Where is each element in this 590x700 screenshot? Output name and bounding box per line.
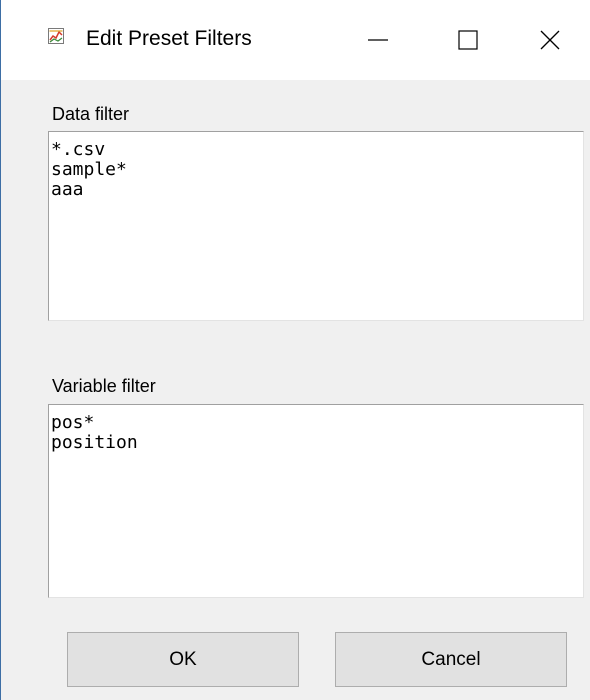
data-filter-textarea[interactable]: *.csv sample* aaa [48, 131, 584, 321]
window-title: Edit Preset Filters [86, 27, 252, 50]
title-bar[interactable]: Edit Preset Filters [1, 0, 590, 80]
close-icon [539, 29, 561, 51]
data-filter-line: *.csv [51, 139, 106, 160]
edit-preset-filters-dialog: Edit Preset Filters Data filter *.csv sa… [0, 0, 590, 700]
ok-button[interactable]: OK [67, 632, 299, 687]
close-button[interactable] [510, 0, 590, 80]
variable-filter-line: position [51, 432, 138, 453]
cancel-button[interactable]: Cancel [335, 632, 567, 687]
maximize-icon [457, 29, 479, 51]
dialog-body: Data filter *.csv sample* aaa Variable f… [1, 80, 590, 700]
minimize-button[interactable] [338, 0, 418, 80]
variable-filter-label: Variable filter [52, 376, 156, 396]
chart-app-icon [48, 28, 64, 44]
data-filter-label: Data filter [52, 104, 130, 124]
variable-filter-textarea[interactable]: pos* position [48, 404, 584, 598]
maximize-button[interactable] [428, 0, 508, 80]
data-filter-line: aaa [51, 179, 84, 200]
data-filter-line: sample* [51, 159, 127, 180]
variable-filter-line: pos* [51, 412, 95, 433]
minimize-icon [367, 29, 389, 51]
